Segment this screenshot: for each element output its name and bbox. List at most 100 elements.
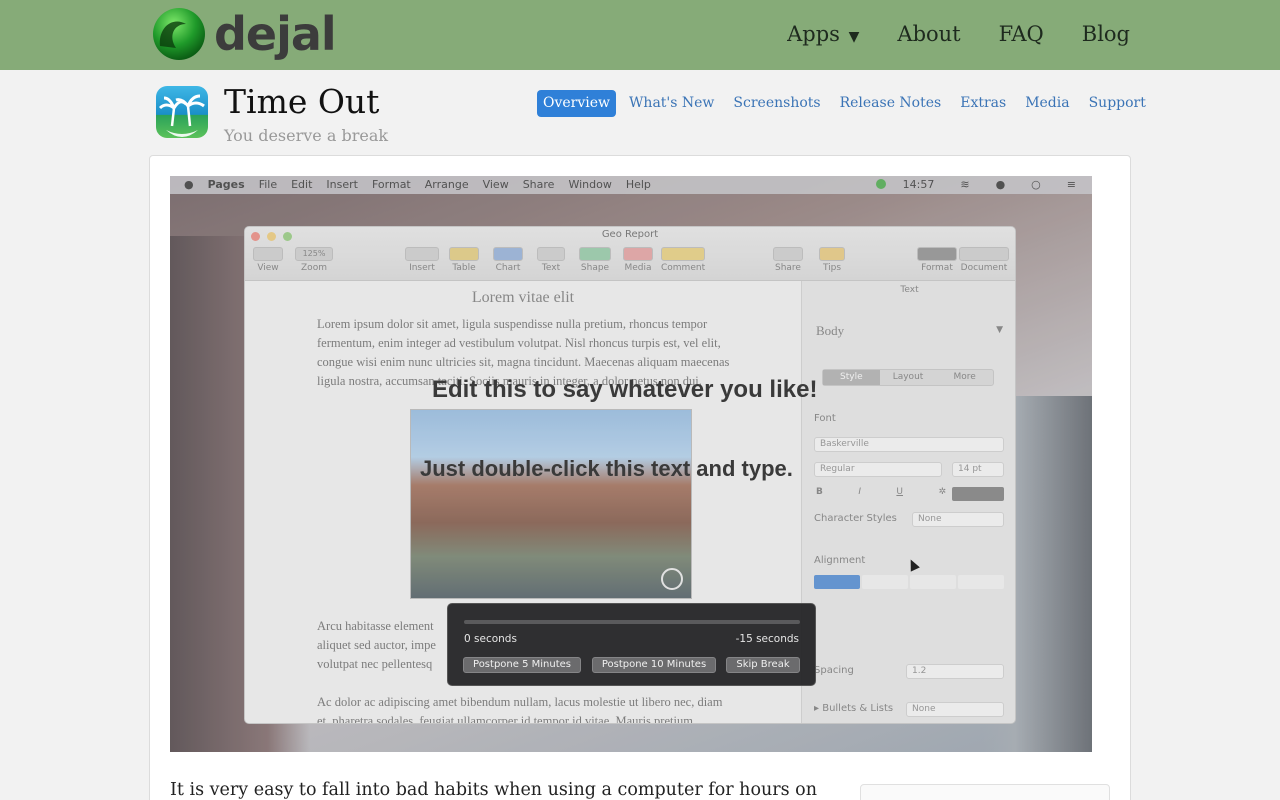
dejal-logo[interactable]: dejal (152, 4, 342, 66)
elapsed-label: 0 seconds (464, 633, 517, 645)
toolbar-tips: Tips (819, 247, 845, 273)
nav-apps[interactable]: Apps ▼ (787, 18, 859, 53)
menubar-item: Help (625, 178, 651, 191)
align-left-icon (814, 575, 860, 589)
doc-canyon-image (410, 409, 692, 599)
document-icon (959, 247, 1009, 261)
tab-support[interactable]: Support (1083, 90, 1152, 117)
gear-icon: ✲ (938, 487, 946, 497)
tab-media[interactable]: Media (1019, 90, 1075, 117)
caret-down-icon: ▼ (848, 29, 860, 45)
menubar-app-name: Pages (207, 178, 245, 191)
format-brush-icon (917, 247, 957, 261)
tab-release-notes[interactable]: Release Notes (834, 90, 948, 117)
view-icon (253, 247, 283, 261)
image-icon (661, 568, 683, 590)
tab-whats-new[interactable]: What's New (623, 90, 720, 117)
alignment-label: Alignment (814, 555, 866, 566)
user-icon: ● (995, 178, 1006, 191)
logo-ball-icon (153, 8, 205, 60)
toolbar-table: Table (449, 247, 479, 273)
tab-style: Style (823, 370, 880, 385)
font-label: Font (814, 413, 836, 424)
app-title: Time Out (224, 82, 380, 121)
spotlight-icon: ○ (1031, 178, 1041, 191)
menubar-item: Share (522, 178, 555, 191)
bold-button: B (816, 487, 823, 497)
tab-screenshots[interactable]: Screenshots (727, 90, 826, 117)
size-field: 14 pt (952, 462, 1004, 477)
sidebar-tabs: Style Layout More (822, 369, 994, 386)
toolbar-share: Share (773, 247, 803, 273)
disclosure-icon: ▸ (814, 703, 823, 714)
toolbar-chart: Chart (493, 247, 523, 273)
format-buttons: B I U ✲ (816, 487, 946, 497)
menubar-item: Format (371, 178, 411, 191)
toolbar-media: Media (623, 247, 653, 273)
menubar-item: File (258, 178, 278, 191)
skip-break-button: Skip Break (726, 657, 800, 673)
window-toolbar: Geo Report View 125% Zoom Insert Table Ch… (245, 227, 1015, 281)
app-tagline: You deserve a break (224, 126, 389, 145)
nav-blog[interactable]: Blog (1082, 18, 1130, 53)
nav-about[interactable]: About (897, 18, 960, 53)
table-icon (449, 247, 479, 261)
palm-tree-icon (156, 86, 208, 138)
toolbar-shape: Shape (579, 247, 611, 273)
menubar-status: 14:57 ≋ ● ○ ≡ (862, 176, 1076, 194)
break-hud: 0 seconds -15 seconds Postpone 5 Minutes… (447, 603, 816, 686)
overlay-message-1: Edit this to say whatever you like! (432, 376, 818, 403)
share-icon (773, 247, 803, 261)
paragraph-icon (405, 247, 439, 261)
format-sidebar: Text Body ▼ Style Layout More Font Baske… (801, 281, 1015, 723)
toolbar-insert: Insert (405, 247, 439, 273)
tab-layout: Layout (892, 372, 924, 382)
comment-icon (661, 247, 705, 261)
nav-faq[interactable]: FAQ (999, 18, 1044, 53)
align-center-icon (862, 575, 908, 589)
shape-icon (579, 247, 611, 261)
alignment-buttons (814, 575, 1004, 589)
intro-paragraph: It is very easy to fall into bad habits … (170, 780, 817, 800)
menubar-item: Arrange (424, 178, 469, 191)
site-header: dejal Apps ▼ About FAQ Blog (0, 0, 1280, 70)
wifi-icon: ≋ (960, 178, 970, 191)
doc-heading: Lorem vitae elit (471, 289, 575, 306)
window-title: Geo Report (601, 229, 659, 240)
italic-button: I (858, 487, 861, 497)
break-progress-bar (464, 620, 800, 624)
apple-icon: ● (184, 178, 194, 191)
align-justify-icon (958, 575, 1004, 589)
mac-menubar: ● Pages File Edit Insert Format Arrange … (170, 176, 1092, 194)
tab-extras[interactable]: Extras (954, 90, 1012, 117)
toolbar-text: Text (537, 247, 565, 273)
product-screenshot: ● Pages File Edit Insert Format Arrange … (170, 176, 1092, 752)
postpone-10-button: Postpone 10 Minutes (592, 657, 716, 673)
tab-more: More (953, 372, 976, 382)
toolbar-zoom: 125% Zoom (295, 247, 333, 273)
remaining-label: -15 seconds (735, 633, 799, 645)
chart-icon (493, 247, 523, 261)
menubar-item: View (482, 178, 509, 191)
spacing-select: 1.2 (906, 664, 1004, 679)
menubar-item: Window (568, 178, 612, 191)
timeout-status-icon (875, 179, 886, 189)
toolbar-document: Document (959, 247, 1009, 273)
weight-select: Regular (814, 462, 942, 477)
main-nav: Apps ▼ About FAQ Blog (749, 18, 1130, 53)
paragraph-style-name: Body (816, 323, 845, 338)
content-panel: ● Pages File Edit Insert Format Arrange … (149, 155, 1131, 800)
tab-overview[interactable]: Overview (537, 90, 617, 117)
underline-button: U (896, 487, 903, 497)
font-select: Baskerville (814, 437, 1004, 452)
toolbar-view: View (253, 247, 283, 273)
toolbar-format: Format (917, 247, 957, 273)
tips-icon (819, 247, 845, 261)
char-styles-label: Character Styles (814, 513, 897, 524)
zoom-select: 125% (295, 247, 333, 261)
text-icon (537, 247, 565, 261)
bullets-select: None (906, 702, 1004, 717)
doc-paragraph-3: Ac dolor ac adipiscing amet bibendum nul… (317, 695, 723, 724)
menubar-clock: 14:57 (875, 176, 934, 194)
toolbar-comment: Comment (661, 247, 705, 273)
